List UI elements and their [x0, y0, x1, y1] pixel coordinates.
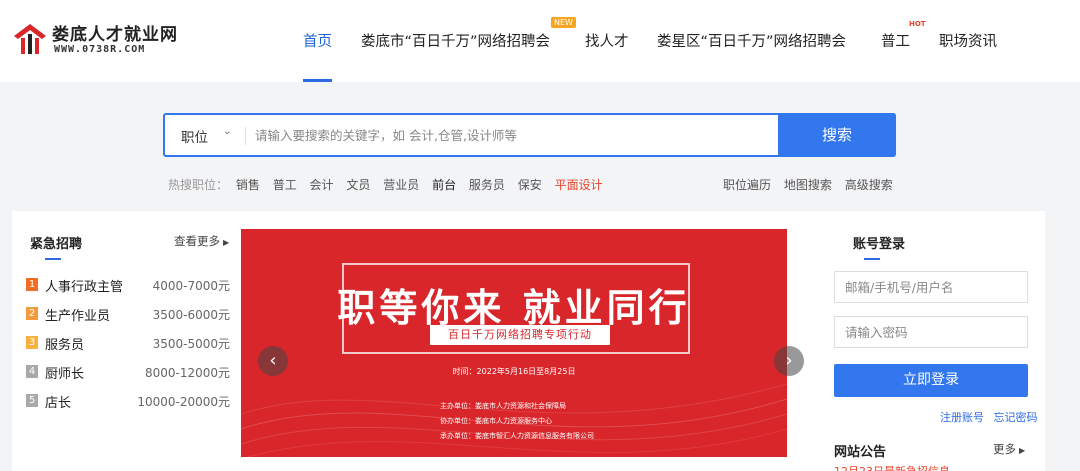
- login-title: 账号登录: [853, 237, 906, 252]
- banner-co-organizer: 协办单位：娄底市人力资源服务中心: [440, 417, 552, 425]
- banner-time: 时间：2022年5月16日至8月25日: [452, 367, 576, 376]
- banner-carousel[interactable]: 职等你来 就业同行 百日千万网络招聘专项行动 时间：2022年5月16日至8月2…: [241, 229, 787, 457]
- rank-badge: 5: [26, 394, 38, 407]
- caret-right-icon: ▶: [223, 238, 230, 247]
- forgot-password-link[interactable]: 忘记密码: [994, 411, 1038, 424]
- search-mode-links: 职位遍历 地图搜索 高级搜索: [723, 176, 902, 193]
- search-button[interactable]: 搜索: [778, 113, 896, 157]
- nav-find-talent[interactable]: 找人才: [585, 30, 629, 82]
- job-name[interactable]: 生产作业员: [45, 305, 110, 324]
- nav-career-news[interactable]: 职场资讯: [939, 30, 997, 82]
- job-salary: 8000-12000元: [144, 366, 230, 380]
- logo-title: 娄底人才就业网: [52, 25, 178, 45]
- hot-keyword[interactable]: 前台: [432, 178, 456, 192]
- divider: [245, 127, 246, 145]
- job-salary: 4000-7000元: [152, 279, 230, 293]
- hot-keyword[interactable]: 文员: [346, 178, 370, 192]
- link-map-search[interactable]: 地图搜索: [784, 178, 832, 192]
- job-salary: 3500-6000元: [152, 308, 230, 322]
- job-name[interactable]: 厨师长: [45, 363, 84, 382]
- login-button[interactable]: 立即登录: [834, 364, 1028, 397]
- banner-organizer: 主办单位：娄底市人力资源和社会保障局: [440, 402, 566, 410]
- title-underline: [45, 258, 61, 260]
- nav-general-worker[interactable]: 普工: [881, 30, 910, 82]
- hot-keyword[interactable]: 营业员: [383, 178, 419, 192]
- search-bar: 职位 ⌄ 搜索: [163, 113, 896, 157]
- nav-home[interactable]: 首页: [303, 30, 332, 82]
- job-salary: 10000-20000元: [137, 395, 230, 409]
- hot-keyword[interactable]: 会计: [310, 178, 334, 192]
- banner-subtitle: 百日千万网络招聘专项行动: [430, 325, 610, 345]
- title-underline: [864, 258, 880, 260]
- job-salary: 3500-5000元: [152, 337, 230, 351]
- urgent-more-link[interactable]: 查看更多 ▶: [174, 233, 229, 249]
- hot-keyword[interactable]: 平面设计: [555, 178, 603, 192]
- list-item[interactable]: 5 店长 10000-20000元: [26, 391, 230, 411]
- logo-mark-icon: [14, 24, 46, 54]
- hot-searches: 热搜职位： 销售 普工 会计 文员 营业员 前台 服务员 保安 平面设计: [168, 176, 612, 193]
- logo-url: WWW.0738R.COM: [54, 44, 146, 55]
- notice-item[interactable]: 12月23日最新急招信息: [834, 463, 950, 471]
- urgent-title: 紧急招聘: [30, 237, 83, 252]
- more-label[interactable]: 查看更多: [174, 234, 220, 248]
- caret-right-icon: ▶: [1019, 446, 1026, 455]
- job-name[interactable]: 服务员: [45, 334, 84, 353]
- rank-badge: 2: [26, 307, 38, 320]
- hot-keyword[interactable]: 普工: [273, 178, 297, 192]
- register-link[interactable]: 注册账号: [940, 411, 984, 424]
- list-item[interactable]: 2 生产作业员 3500-6000元: [26, 304, 230, 324]
- more-label[interactable]: 更多: [993, 442, 1016, 456]
- job-name[interactable]: 店长: [45, 392, 71, 411]
- hot-keyword[interactable]: 销售: [236, 178, 260, 192]
- site-logo[interactable]: 娄底人才就业网 WWW.0738R.COM: [12, 20, 192, 60]
- password-input[interactable]: [834, 316, 1028, 348]
- hot-badge: HOT: [909, 20, 926, 28]
- list-item[interactable]: 1 人事行政主管 4000-7000元: [26, 275, 230, 295]
- top-header: 娄底人才就业网 WWW.0738R.COM 首页 娄底市“百日千万”网络招聘会 …: [0, 0, 1080, 82]
- search-input[interactable]: [255, 121, 775, 149]
- link-job-browse[interactable]: 职位遍历: [723, 178, 771, 192]
- banner-headline: 职等你来 就业同行: [337, 286, 691, 330]
- link-advanced-search[interactable]: 高级搜索: [845, 178, 893, 192]
- banner-host: 承办单位：娄底市智汇人力资源信息服务有限公司: [440, 432, 594, 440]
- list-item[interactable]: 3 服务员 3500-5000元: [26, 333, 230, 353]
- carousel-prev-icon[interactable]: ‹: [258, 346, 288, 376]
- carousel-next-icon[interactable]: ›: [774, 346, 804, 376]
- account-links: 注册账号 忘记密码: [934, 409, 1038, 425]
- new-badge: NEW: [551, 17, 576, 28]
- hot-searches-label: 热搜职位：: [168, 178, 229, 192]
- nav-louxing-job-fair[interactable]: 娄星区“百日千万”网络招聘会: [657, 30, 846, 82]
- rank-badge: 4: [26, 365, 38, 378]
- search-category-select[interactable]: 职位: [181, 126, 208, 146]
- notice-more-link[interactable]: 更多 ▶: [993, 441, 1025, 457]
- main-panel: 紧急招聘 查看更多 ▶ 1 人事行政主管 4000-7000元 2 生产作业员 3…: [12, 211, 1045, 471]
- rank-badge: 3: [26, 336, 38, 349]
- username-input[interactable]: [834, 271, 1028, 303]
- hot-keyword[interactable]: 服务员: [469, 178, 505, 192]
- job-name[interactable]: 人事行政主管: [45, 276, 123, 295]
- list-item[interactable]: 4 厨师长 8000-12000元: [26, 362, 230, 382]
- rank-badge: 1: [26, 278, 38, 291]
- hot-keyword[interactable]: 保安: [518, 178, 542, 192]
- chevron-down-icon[interactable]: ⌄: [223, 126, 231, 137]
- notice-title: 网站公告: [834, 445, 887, 460]
- nav-loudi-job-fair[interactable]: 娄底市“百日千万”网络招聘会: [361, 30, 550, 82]
